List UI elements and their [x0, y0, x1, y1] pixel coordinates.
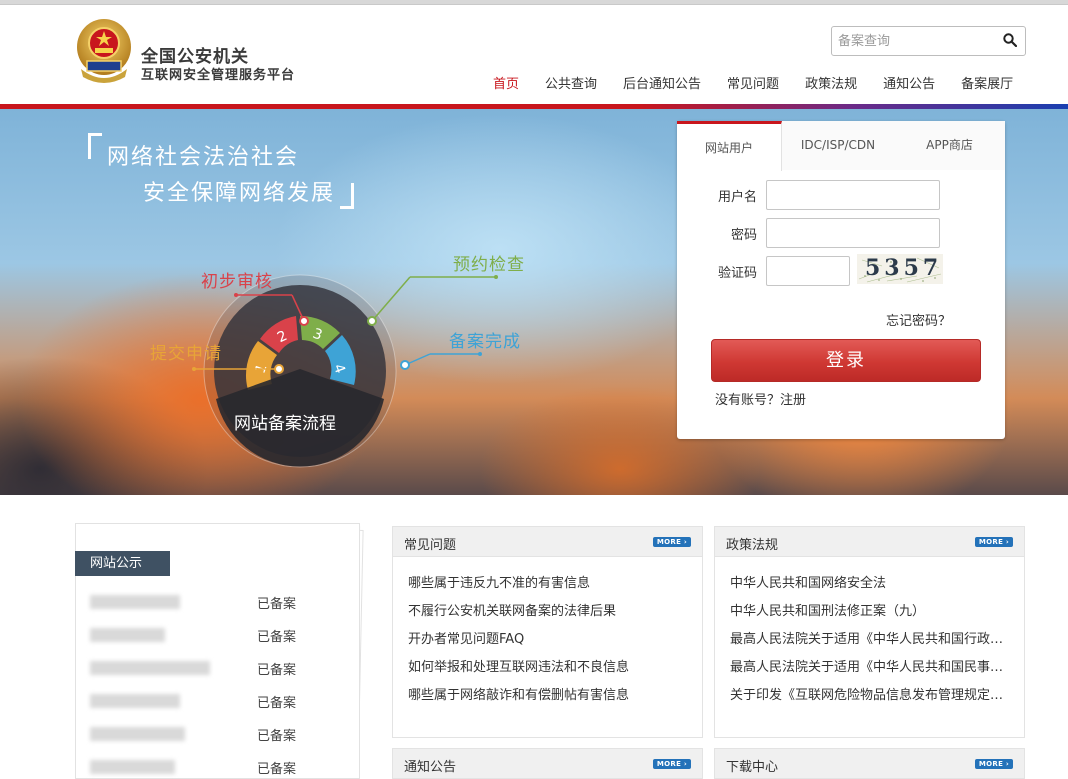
- policy-card: 政策法规 MORE › 中华人民共和国网络安全法 中华人民共和国刑法修正案（九）…: [714, 526, 1025, 738]
- list-item[interactable]: 最高人民法院关于适用《中华人民共和国民事诉讼法》的解释: [730, 656, 1015, 684]
- filing-status: 已备案: [257, 729, 297, 744]
- step-4-label: 备案完成: [449, 332, 521, 352]
- login-panel: 网站用户 IDC/ISP/CDN APP商店 用户名 密码 验证码 5357 忘…: [677, 121, 1005, 439]
- step-3-label: 预约检查: [453, 255, 525, 275]
- captcha-image[interactable]: 5357: [857, 254, 943, 284]
- nav-item-faq[interactable]: 常见问题: [727, 73, 779, 97]
- notice-card-title: 通知公告: [404, 760, 457, 775]
- faq-card: 常见问题 MORE › 哪些属于违反九不准的有害信息 不履行公安机关联网备案的法…: [392, 526, 703, 738]
- list-item[interactable]: 已备案: [90, 724, 340, 744]
- forgot-password-link[interactable]: 忘记密码？: [886, 310, 951, 329]
- username-input[interactable]: [766, 180, 940, 210]
- nav-item-backend-notice[interactable]: 后台通知公告: [623, 73, 701, 97]
- register-link[interactable]: 没有账号？注册: [715, 389, 806, 408]
- blurred-site-name: [90, 661, 210, 675]
- faq-more-button[interactable]: MORE ›: [653, 537, 691, 547]
- filing-status: 已备案: [257, 663, 297, 678]
- faq-list: 哪些属于违反九不准的有害信息 不履行公安机关联网备案的法律后果 开办者常见问题F…: [408, 572, 693, 712]
- list-item[interactable]: 中华人民共和国刑法修正案（九）: [730, 600, 1015, 628]
- list-item[interactable]: 中华人民共和国网络安全法: [730, 572, 1015, 600]
- captcha-input[interactable]: [766, 256, 850, 286]
- list-item[interactable]: 已备案: [90, 691, 340, 711]
- list-item[interactable]: 已备案: [90, 757, 340, 777]
- download-more-button[interactable]: MORE ›: [975, 759, 1013, 769]
- notice-card: 通知公告 MORE ›: [392, 748, 703, 779]
- list-item[interactable]: 已备案: [90, 658, 340, 678]
- list-item[interactable]: 关于印发《互联网危险物品信息发布管理规定》的通知: [730, 684, 1015, 712]
- step-1-label: 提交申请: [150, 344, 222, 364]
- blurred-site-name: [90, 760, 175, 774]
- notice-more-button[interactable]: MORE ›: [653, 759, 691, 769]
- tab-website-user[interactable]: 网站用户: [677, 121, 782, 171]
- list-item[interactable]: 开办者常见问题FAQ: [408, 628, 693, 656]
- public-notice-title: 网站公示: [75, 551, 170, 576]
- search-icon[interactable]: [1003, 33, 1017, 47]
- main-nav: 首页 公共查询 后台通知公告 常见问题 政策法规 通知公告 备案展厅: [480, 73, 1026, 97]
- list-item[interactable]: 如何举报和处理互联网违法和不良信息: [408, 656, 693, 684]
- website-public-notice: 网站公示 已备案 已备案 已备案 已备案 已备案 已备案: [75, 523, 364, 779]
- more-label: MORE: [656, 538, 682, 546]
- list-item[interactable]: 已备案: [90, 592, 340, 612]
- policy-card-title: 政策法规: [726, 538, 779, 553]
- nav-item-showcase[interactable]: 备案展厅: [961, 73, 1013, 97]
- filing-status: 已备案: [257, 597, 297, 612]
- captcha-label: 验证码: [717, 266, 757, 281]
- nav-item-public-query[interactable]: 公共查询: [545, 73, 597, 97]
- step-2-label: 初步审核: [201, 272, 273, 292]
- site-subtitle: 互联网安全管理服务平台: [141, 68, 296, 83]
- filing-status: 已备案: [257, 762, 297, 777]
- password-label: 密码: [730, 228, 757, 243]
- blurred-site-name: [90, 595, 180, 609]
- nav-item-policy[interactable]: 政策法规: [805, 73, 857, 97]
- banner-slogan-line1: 网络社会法治社会: [107, 145, 300, 170]
- notice-card-header: 通知公告 MORE ›: [393, 749, 702, 779]
- header: 全国公安机关 互联网安全管理服务平台 首页 公共查询 后台通知公告 常见问题 政…: [0, 5, 1068, 105]
- flow-title: 网站备案流程: [234, 414, 336, 434]
- policy-more-button[interactable]: MORE ›: [975, 537, 1013, 547]
- tab-idc-isp-cdn[interactable]: IDC/ISP/CDN: [782, 121, 894, 170]
- policy-card-header: 政策法规 MORE ›: [715, 527, 1024, 557]
- tab-app-store[interactable]: APP商店: [894, 121, 1005, 170]
- blurred-site-name: [90, 628, 165, 642]
- filing-status: 已备案: [257, 696, 297, 711]
- nav-item-home[interactable]: 首页: [493, 73, 519, 97]
- login-button[interactable]: 登录: [711, 339, 981, 382]
- search-input[interactable]: [838, 31, 998, 51]
- login-tabs: 网站用户 IDC/ISP/CDN APP商店: [677, 121, 1005, 171]
- nav-item-notice[interactable]: 通知公告: [883, 73, 935, 97]
- more-label: MORE: [656, 760, 682, 768]
- blurred-site-name: [90, 727, 185, 741]
- list-item[interactable]: 已备案: [90, 625, 340, 645]
- password-input[interactable]: [766, 218, 940, 248]
- list-item[interactable]: 哪些属于网络敲诈和有偿删帖有害信息: [408, 684, 693, 712]
- list-item[interactable]: 不履行公安机关联网备案的法律后果: [408, 600, 693, 628]
- police-emblem-logo: [77, 19, 131, 83]
- download-card-header: 下载中心 MORE ›: [715, 749, 1024, 779]
- faq-card-header: 常见问题 MORE ›: [393, 527, 702, 557]
- faq-card-title: 常见问题: [404, 538, 457, 553]
- bracket-bottom-right: [340, 183, 354, 209]
- list-item[interactable]: 哪些属于违反九不准的有害信息: [408, 572, 693, 600]
- bracket-top-left: [88, 133, 102, 159]
- search-box[interactable]: [831, 26, 1026, 56]
- policy-list: 中华人民共和国网络安全法 中华人民共和国刑法修正案（九） 最高人民法院关于适用《…: [730, 572, 1015, 712]
- filing-status: 已备案: [257, 630, 297, 645]
- list-item[interactable]: 最高人民法院关于适用《中华人民共和国行政诉讼法》的解释: [730, 628, 1015, 656]
- banner-slogan-line2: 安全保障网络发展: [143, 181, 336, 206]
- more-label: MORE: [978, 538, 1004, 546]
- captcha-text: 5357: [865, 255, 942, 281]
- username-label: 用户名: [717, 190, 757, 205]
- download-card: 下载中心 MORE ›: [714, 748, 1025, 779]
- more-label: MORE: [978, 760, 1004, 768]
- blurred-site-name: [90, 694, 180, 708]
- download-card-title: 下载中心: [726, 760, 779, 775]
